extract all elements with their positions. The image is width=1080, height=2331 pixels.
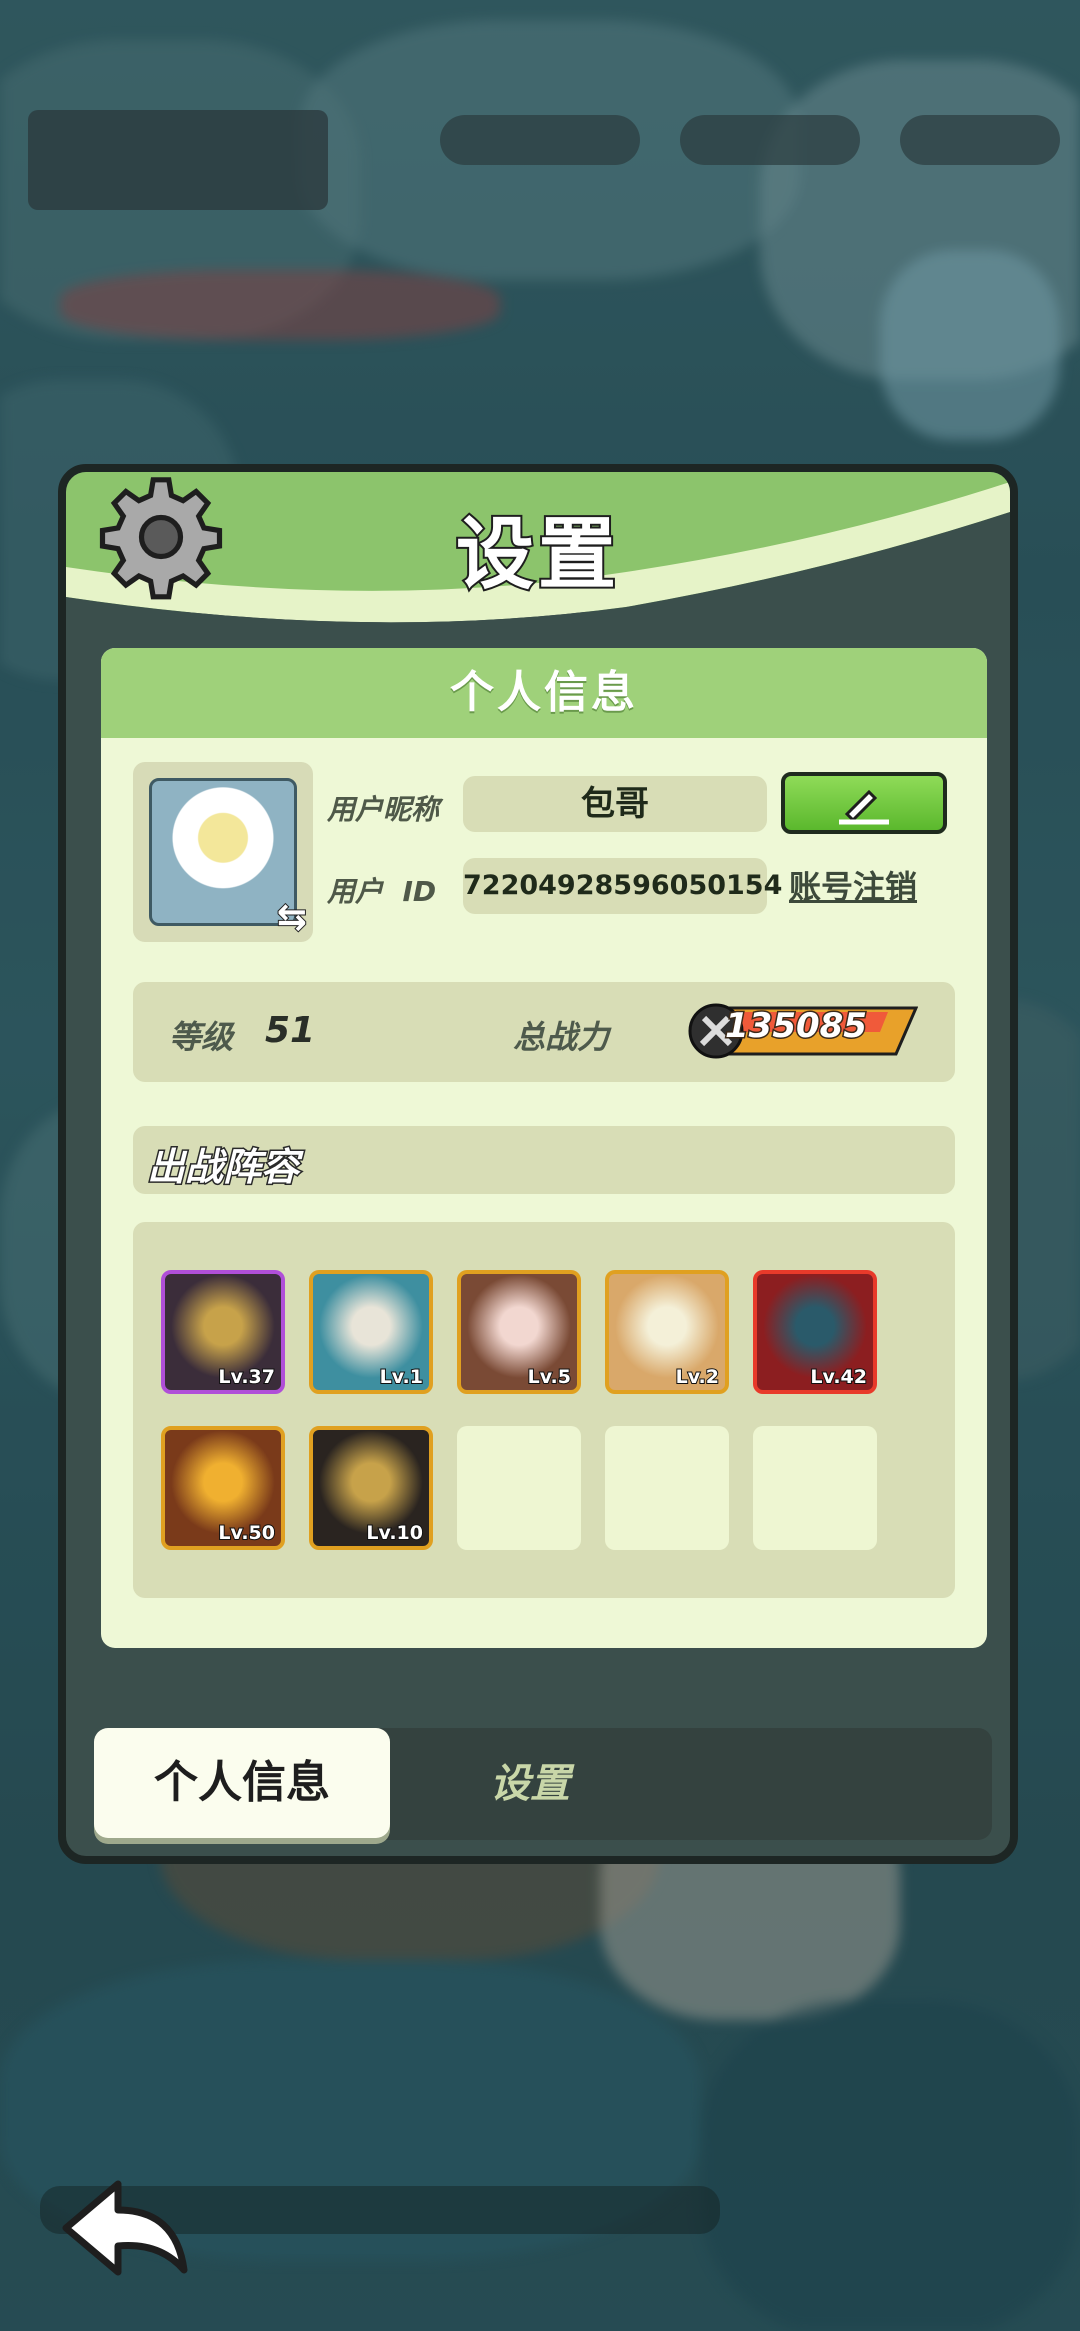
hero-level: Lv.42 <box>809 1365 868 1389</box>
hero-slot[interactable]: Lv.42 <box>753 1270 877 1394</box>
tab-bar: 个人信息 设置 <box>94 1728 992 1840</box>
hero-level: Lv.37 <box>217 1365 276 1389</box>
nickname-field: 包哥 <box>463 776 767 832</box>
level-value: 51 <box>265 1010 316 1051</box>
avatar[interactable] <box>149 778 297 926</box>
hero-level: Lv.1 <box>379 1365 424 1389</box>
edit-nickname-button[interactable] <box>781 772 947 834</box>
panel-title: 个人信息 <box>101 648 987 738</box>
user-id-label: 用户 ID <box>327 875 437 908</box>
pencil-icon <box>839 789 889 825</box>
hud-resource-bar <box>440 115 640 165</box>
settings-dialog: 设置 个人信息 ⇆ 用户昵称 包哥 用户 ID 7220492859605015… <box>58 464 1018 1864</box>
nickname-label: 用户昵称 <box>327 793 440 826</box>
empty-hero-slot[interactable] <box>457 1426 581 1550</box>
hero-level: Lv.50 <box>217 1521 276 1545</box>
hero-level: Lv.5 <box>527 1365 572 1389</box>
hero-slot[interactable]: Lv.10 <box>309 1426 433 1550</box>
empty-hero-slot[interactable] <box>753 1426 877 1550</box>
hero-slot[interactable]: Lv.2 <box>605 1270 729 1394</box>
hud-resource-bar <box>900 115 1060 165</box>
avatar-card[interactable]: ⇆ <box>133 762 313 942</box>
hero-slot[interactable]: Lv.5 <box>457 1270 581 1394</box>
swap-avatar-icon[interactable]: ⇆ <box>276 896 308 939</box>
hero-slot[interactable]: Lv.50 <box>161 1426 285 1550</box>
hud-player-card <box>28 110 328 210</box>
hero-slot[interactable]: Lv.37 <box>161 1270 285 1394</box>
power-value: 135085 <box>724 1005 869 1048</box>
hero-level: Lv.10 <box>365 1521 424 1545</box>
profile-panel: 个人信息 ⇆ 用户昵称 包哥 用户 ID 72204928596050154 账… <box>101 648 987 1648</box>
level-label: 等级 <box>169 1018 234 1056</box>
power-label: 总战力 <box>513 1018 610 1056</box>
team-lineup: Lv.37 Lv.1 Lv.5 Lv.2 Lv.42 Lv.50 Lv.10 <box>133 1222 955 1598</box>
hero-slot[interactable]: Lv.1 <box>309 1270 433 1394</box>
team-section-title: 出战阵容 <box>145 1144 300 1191</box>
tab-settings[interactable]: 设置 <box>490 1728 570 1840</box>
dialog-title: 设置 <box>454 508 620 602</box>
team-section-header: 出战阵容 <box>133 1126 955 1194</box>
back-arrow-icon[interactable] <box>56 2170 196 2280</box>
tab-profile[interactable]: 个人信息 <box>94 1728 390 1838</box>
deregister-account-link[interactable]: 账号注销 <box>789 862 917 908</box>
hud-resource-bar <box>680 115 860 165</box>
user-id-field: 72204928596050154 <box>463 858 782 914</box>
stats-bar: 等级 51 总战力 135085 <box>133 982 955 1082</box>
hero-level: Lv.2 <box>675 1365 720 1389</box>
empty-hero-slot[interactable] <box>605 1426 729 1550</box>
